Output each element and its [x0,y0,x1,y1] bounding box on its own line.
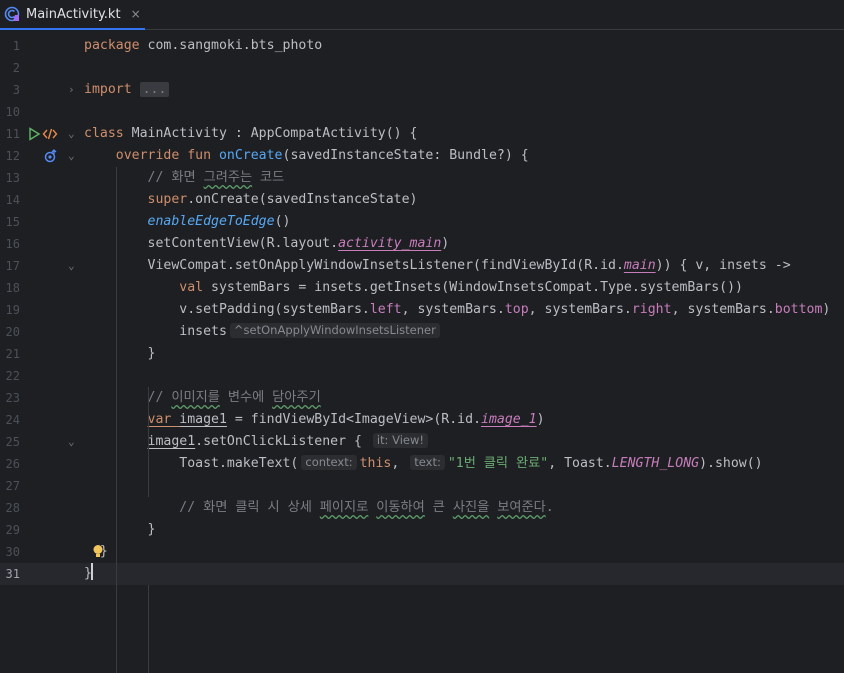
code-text: setContentView(R.layout.activity_main) [84,236,450,251]
code-line[interactable]: 15 enableEdgeToEdge() [0,211,844,233]
code-line[interactable]: 25 ⌄ image1.setOnClickListener { it: View… [0,431,844,453]
line-number: 23 [5,391,20,405]
line-number: 27 [5,479,20,493]
close-icon[interactable]: × [131,7,141,21]
code-text: } [84,346,156,361]
code-line[interactable]: 20 insets ^setOnApplyWindowInsetsListener [0,321,844,343]
code-text: package com.sangmoki.bts_photo [84,38,323,53]
code-line[interactable]: 10 [0,101,844,123]
line-number: 11 [5,127,20,141]
line-number: 15 [5,215,20,229]
code-line[interactable]: 17 ⌄ ViewCompat.setOnApplyWindowInsetsLis… [0,255,844,277]
code-text: // 이미지를 변수에 담아주기 [147,390,321,405]
tab-main-activity[interactable]: MainActivity.kt × [0,0,145,30]
code-line[interactable]: 29 } [0,519,844,541]
indent-guide [148,387,149,497]
code-text: var image1 = findViewById<ImageView>(R.i… [147,412,545,427]
line-number: 29 [5,523,20,537]
code-line[interactable]: 22 [0,365,844,387]
fold-chevron-icon[interactable]: ⌄ [68,145,80,167]
line-number: 12 [5,149,20,163]
line-number: 3 [12,83,20,97]
code-editor[interactable]: 1 package com.sangmoki.bts_photo 2 3 › import… [0,31,844,673]
code-text: class MainActivity : AppCompatActivity()… [84,126,418,141]
code-line[interactable]: 23 // 이미지를 변수에 담아주기 [0,387,844,409]
code-text: insets ^setOnApplyWindowInsetsListener [84,321,443,343]
line-number: 28 [5,501,20,515]
fold-chevron-icon[interactable]: ⌄ [68,431,80,453]
line-number: 16 [5,237,20,251]
line-number: 17 [5,259,20,273]
code-line[interactable]: 26 Toast.makeText(context: this, text: "1번… [0,453,844,475]
line-number: 30 [5,545,20,559]
code-text: } [84,522,156,537]
code-line[interactable]: 1 package com.sangmoki.bts_photo [0,35,844,57]
indent-guide [116,167,117,673]
code-text: ViewCompat.setOnApplyWindowInsetsListene… [84,258,791,273]
code-text: // 화면 그려주는 코드 [147,170,285,185]
line-number: 26 [5,457,20,471]
line-number: 1 [12,39,20,53]
code-text: import ... [84,79,170,101]
line-number: 14 [5,193,20,207]
code-line[interactable]: 2 [0,57,844,79]
line-number: 31 [5,567,20,581]
activity-component-icon[interactable] [42,126,58,142]
line-number: 24 [5,413,20,427]
line-number: 2 [12,61,20,75]
line-number: 22 [5,369,20,383]
code-line[interactable]: 31} [0,563,844,585]
code-line[interactable]: 18 val systemBars = insets.getInsets(Win… [0,277,844,299]
code-line[interactable]: 14 super.onCreate(savedInstanceState) [0,189,844,211]
code-line[interactable]: 30 } [0,541,844,563]
line-number: 25 [5,435,20,449]
text-caret [90,563,93,580]
code-line[interactable]: 12 ⌄ override fun onCreate(savedInstanceS… [0,145,844,167]
code-text: image1.setOnClickListener { it: View! [84,431,431,453]
line-number: 10 [5,105,20,119]
code-text: } [84,544,108,559]
line-number: 20 [5,325,20,339]
code-text: } [84,563,93,585]
line-number: 19 [5,303,20,317]
code-line[interactable]: 28 // 화면 클릭 시 상세 페이지로 이동하여 큰 사진을 보여준다. [0,497,844,519]
code-line[interactable]: 13 // 화면 그려주는 코드 [0,167,844,189]
line-number: 21 [5,347,20,361]
code-text: super.onCreate(savedInstanceState) [147,192,418,207]
fold-chevron-icon[interactable]: ⌄ [68,255,80,277]
code-text: val systemBars = insets.getInsets(Window… [179,280,743,295]
code-line[interactable]: 16 setContentView(R.layout.activity_main… [0,233,844,255]
override-marker-icon[interactable] [43,148,59,164]
fold-chevron-icon[interactable]: ⌄ [68,123,80,145]
code-text: enableEdgeToEdge() [147,214,291,229]
line-number: 18 [5,281,20,295]
code-line[interactable]: 19 v.setPadding(systemBars.left, systemB… [0,299,844,321]
kotlin-file-icon [4,6,20,22]
code-text: override fun onCreate(savedInstanceState… [115,148,529,163]
code-text: // 화면 클릭 시 상세 페이지로 이동하여 큰 사진을 보여준다. [179,500,554,515]
code-line[interactable]: 11 ⌄ class MainActivity : AppCompatActivit… [0,123,844,145]
indent-guide [148,585,149,673]
run-gutter-icon[interactable] [26,126,42,142]
code-line[interactable]: 27 [0,475,844,497]
code-text: Toast.makeText(context: this, text: "1번 클릭… [84,455,763,471]
code-text: v.setPadding(systemBars.left, systemBars… [84,302,831,317]
tab-label: MainActivity.kt [26,6,121,22]
line-number: 13 [5,171,20,185]
editor-tab-bar: MainActivity.kt × [0,0,844,30]
code-line[interactable]: 24 var image1 = findViewById<ImageView>(… [0,409,844,431]
fold-chevron-icon[interactable]: › [68,79,80,101]
code-line[interactable]: 3 › import ... [0,79,844,101]
code-line[interactable]: 21 } [0,343,844,365]
